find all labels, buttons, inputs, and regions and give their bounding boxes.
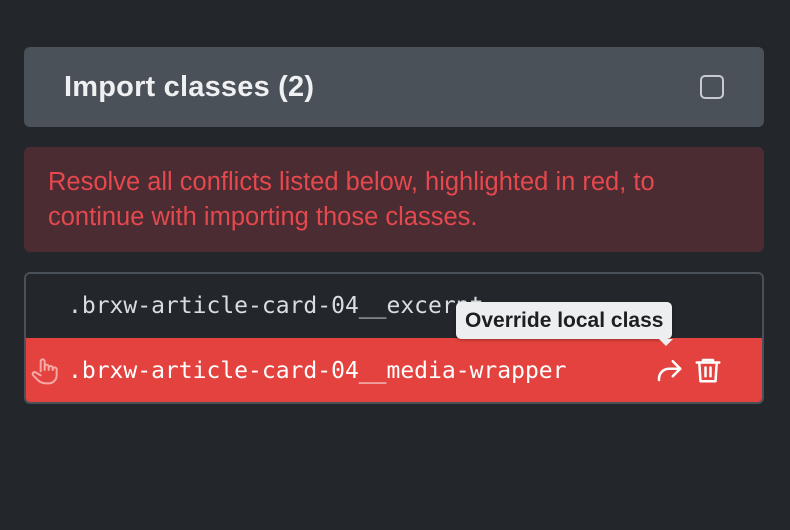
class-name: .brxw-article-card-04__media-wrapper xyxy=(68,357,567,384)
trash-icon[interactable] xyxy=(693,355,723,385)
share-forward-icon[interactable] xyxy=(654,355,684,385)
override-tooltip: Override local class xyxy=(456,302,673,346)
tooltip-arrow xyxy=(659,339,673,346)
conflict-notice-text: Resolve all conflicts listed below, high… xyxy=(48,168,655,231)
import-classes-header: Import classes (2) xyxy=(24,47,764,127)
conflict-notice: Resolve all conflicts listed below, high… xyxy=(24,147,764,252)
class-name: .brxw-article-card-04__excerpt xyxy=(68,293,484,319)
page-title: Import classes (2) xyxy=(64,70,315,103)
tooltip-text: Override local class xyxy=(465,308,664,332)
select-all-checkbox[interactable] xyxy=(700,75,724,99)
list-item-conflict[interactable]: .brxw-article-card-04__media-wrapper xyxy=(26,338,762,402)
grab-hand-icon[interactable] xyxy=(30,354,62,386)
